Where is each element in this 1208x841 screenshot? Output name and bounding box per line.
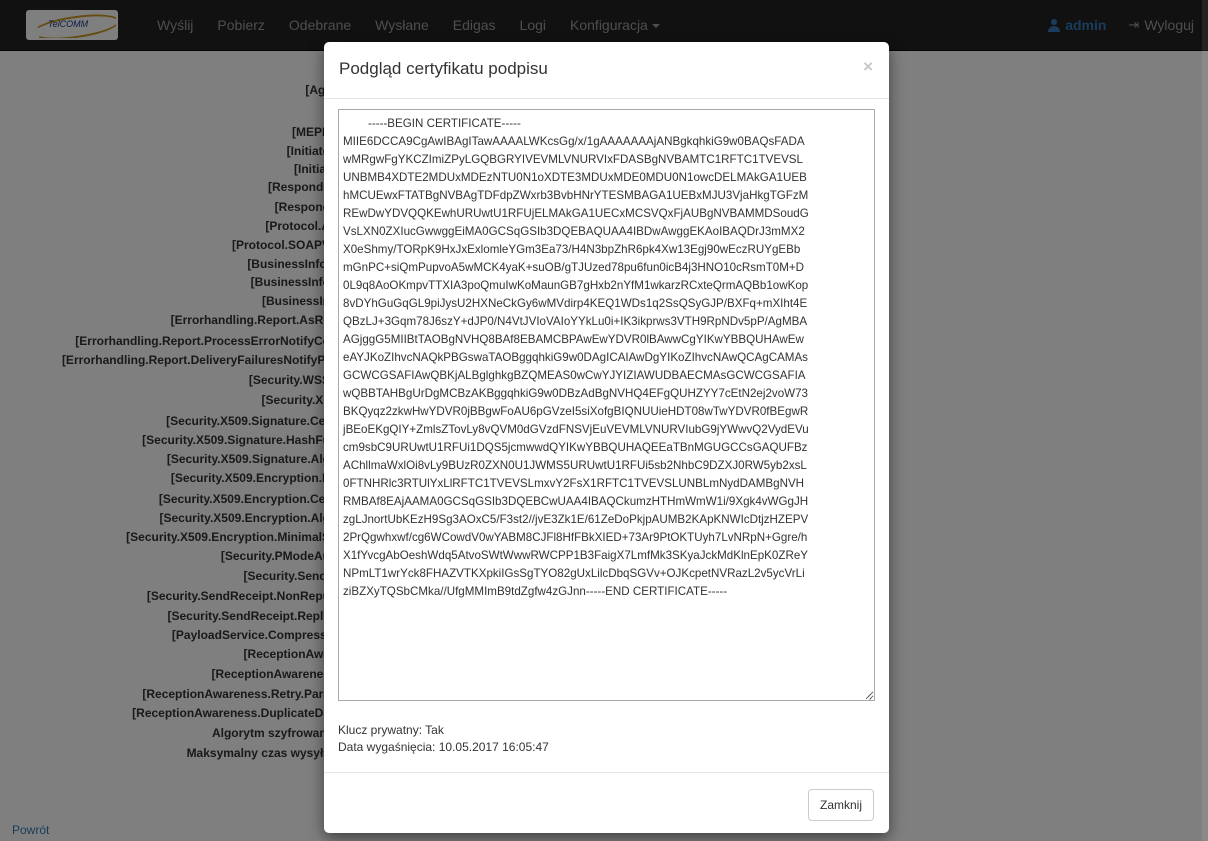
- certificate-line: AChllmaWxlOi8vLy9BUzR0ZXN0U1JWMS5URUwtU1…: [343, 459, 807, 472]
- certificate-line: eAYJKoZIhvcNAQkPBGswaTAOBggqhkiG9w0DAgIC…: [343, 351, 808, 364]
- private-key-status: Klucz prywatny: Tak: [338, 723, 444, 737]
- certificate-line: MIIE6DCCA9CgAwIBAgITawAAAALWKcsGg/x/1gAA…: [343, 135, 805, 148]
- certificate-line: 0FTNHRlc3RTUlYxLlRFTC1TVEVSLmxvY2FsX1RFT…: [343, 477, 805, 490]
- modal-footer: Zamknij: [324, 772, 889, 834]
- certificate-line: jBEoEKgQIY+ZmlsZTovLy8vQVM0dGVzdFNSVjEuV…: [343, 423, 809, 436]
- certificate-line: 0L9q8AoOKmpvTTXIA3poQmuIwKoMaunGB7gHxb2n…: [343, 279, 809, 292]
- certificate-line: BKQyqz2zkwHwYDVR0jBBgwFoAU6pGVzeI5siXofg…: [343, 405, 809, 418]
- certificate-line: AGjggG5MIIBtTAOBgNVHQ8BAf8EBAMCBPAwEwYDV…: [343, 333, 804, 346]
- modal-title: Podgląd certyfikatu podpisu: [339, 59, 548, 78]
- certificate-line: QBzLJ+3Gqm78J6szY+dJP0/N4VtJVIoVAIoYYkLu…: [343, 315, 808, 328]
- certificate-line: wMRgwFgYKCZImiZPyLGQBGRYIVEVMLVNURVIxFDA…: [343, 153, 803, 166]
- close-icon[interactable]: ×: [863, 57, 873, 77]
- resize-grip-icon[interactable]: [863, 689, 872, 698]
- page-scrollbar[interactable]: [1202, 0, 1208, 841]
- certificate-line: X1fYvcgAbOeshWdq5AtvoSWtWwwRWCPP1B3FaigX…: [343, 549, 808, 562]
- certificate-modal: Podgląd certyfikatu podpisu × -----BEGIN…: [324, 42, 889, 833]
- certificate-line: X0eShmy/TORpK9HxJxExlomleYGm3Ea73/H4N3bp…: [343, 243, 801, 256]
- certificate-line: zgLJnortUbKEzH9Sg3AOxC5/F3st2//jvE3Zk1E/…: [343, 513, 809, 526]
- certificate-line: UNBMB4XDTE2MDUxMDEzNTU0N1oXDTE3MDUxMDE0M…: [343, 171, 807, 184]
- modal-header: Podgląd certyfikatu podpisu ×: [324, 42, 889, 99]
- certificate-info: Klucz prywatny: Tak Data wygaśnięcia: 10…: [338, 722, 549, 756]
- certificate-line: GCWCGSAFIAwQBKjALBglghkgBZQMEAS0wCwYJYIZ…: [343, 369, 806, 382]
- certificate-line: 8vDYhGuGqGL9piJysU2HXNeCkGy6wMVdirp4KEQ1…: [343, 297, 808, 310]
- certificate-line: REwDwYDVQQKEwhURUwtU1RFUjELMAkGA1UECxMCS…: [343, 207, 809, 220]
- certificate-line: ziBZXyTQSbCMka//UfgMMImB9tdZgfw4zGJnn---…: [343, 585, 728, 598]
- certificate-line: 2PrQgwhxwf/cg6WCowdV0wYABM8CJFl8HfFBkXIE…: [343, 531, 808, 544]
- certificate-line: mGnPC+siQmPupvoA5wMCK4yaK+suOB/gTJUzed78…: [343, 261, 805, 274]
- certificate-line: NPmLT1wrYck8FHAZVTKXpkiIGsSgTYO82gUxLilc…: [343, 567, 805, 580]
- close-button[interactable]: Zamknij: [807, 789, 874, 821]
- certificate-line: -----BEGIN CERTIFICATE-----: [368, 117, 521, 130]
- expiry-date: Data wygaśnięcia: 10.05.2017 16:05:47: [338, 740, 549, 754]
- certificate-line: RMBAf8EAjAAMA0GCSqGSIb3DQEBCwUAA4IBAQCku…: [343, 495, 809, 508]
- certificate-line: cm9sbC9URUwtU1RFUi1DQS5jcmwwdQYIKwYBBQUH…: [343, 441, 808, 454]
- certificate-line: VsLXN0ZXIucGwwggEiMA0GCSqGSIb3DQEBAQUAA4…: [343, 225, 805, 238]
- certificate-line: hMCUEwxFTATBgNVBAgTDFdpZWxrb3BvbHNrYTESM…: [343, 189, 809, 202]
- certificate-textarea[interactable]: -----BEGIN CERTIFICATE----- MIIE6DCCA9CgA…: [338, 109, 875, 701]
- certificate-line: wQBBTAHBgUrDgMCBzAKBggqhkiG9w0DBzAdBgNVH…: [343, 387, 808, 400]
